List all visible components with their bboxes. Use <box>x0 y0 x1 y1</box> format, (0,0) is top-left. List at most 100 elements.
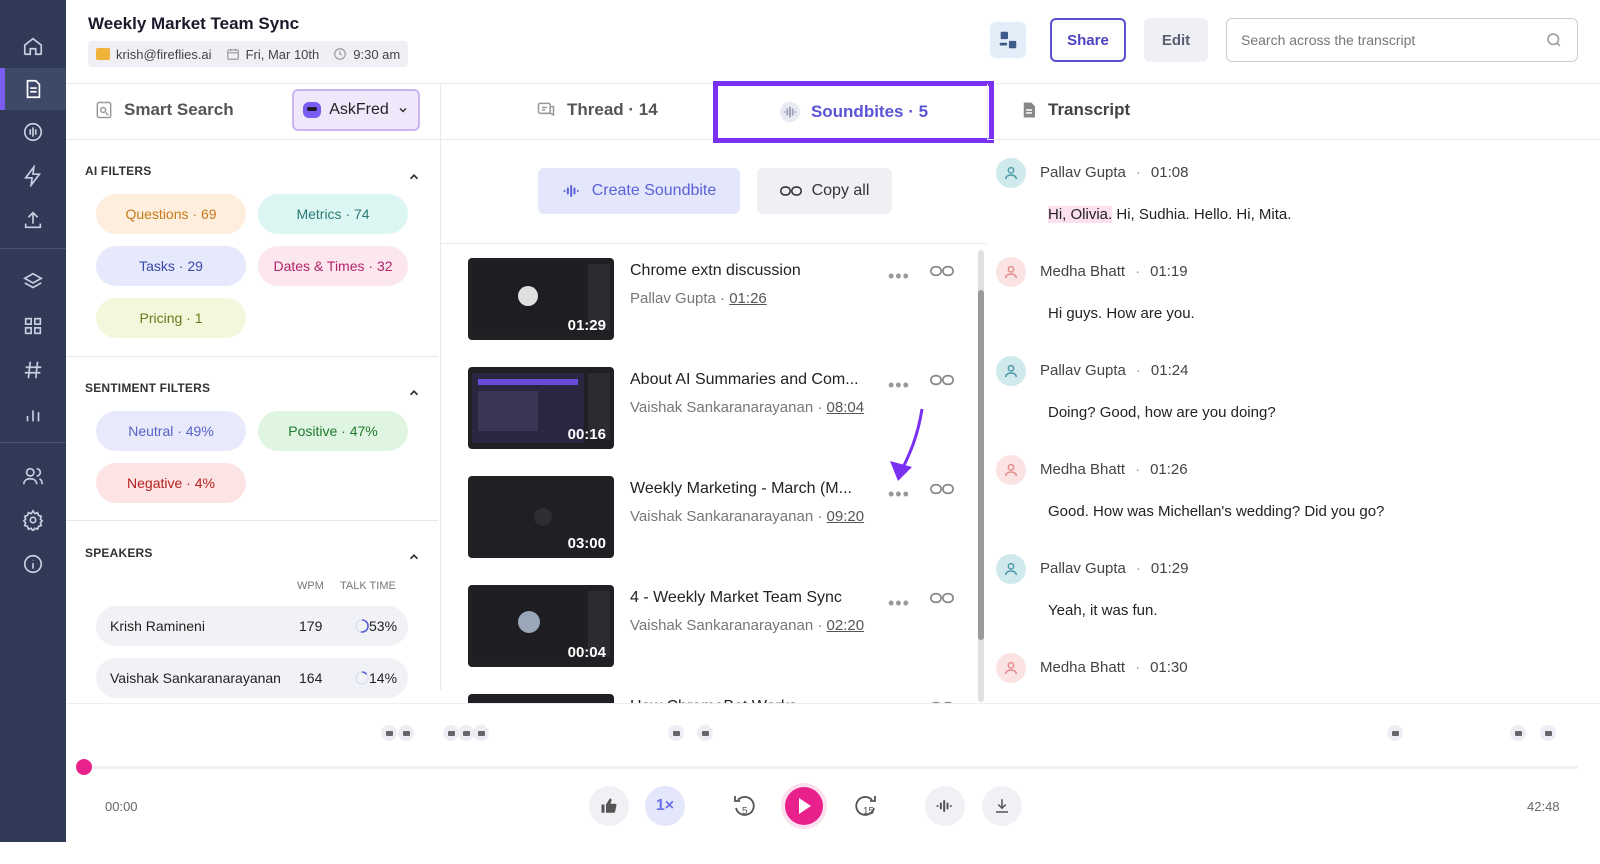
comment-marker[interactable] <box>1510 725 1526 741</box>
soundbite-item[interactable]: 03:00 Weekly Marketing - March (M... Vai… <box>468 476 972 566</box>
collapse-speakers-icon[interactable] <box>407 550 421 564</box>
comment-marker[interactable] <box>1387 725 1403 741</box>
collapse-sentiment-icon[interactable] <box>407 386 421 400</box>
play-button[interactable] <box>781 783 827 829</box>
transcript-speaker[interactable]: Pallav Gupta · 01:29 <box>1040 560 1188 577</box>
transcript-timestamp[interactable]: 01:26 <box>1150 461 1188 478</box>
like-button[interactable] <box>589 786 629 826</box>
transcript-timestamp[interactable]: 01:29 <box>1151 560 1189 577</box>
download-button[interactable] <box>982 786 1022 826</box>
soundbite-timestamp[interactable]: 02:20 <box>827 617 865 634</box>
askfred-button[interactable]: AskFred <box>292 89 420 131</box>
transcript-timestamp[interactable]: 01:19 <box>1150 263 1188 280</box>
bar-chart-icon[interactable] <box>15 396 51 432</box>
comment-marker[interactable] <box>381 725 397 741</box>
edit-button[interactable]: Edit <box>1144 18 1208 62</box>
more-options-icon[interactable]: ••• <box>888 593 910 614</box>
transcript-speaker[interactable]: Medha Bhatt · 01:19 <box>1040 263 1188 280</box>
copy-link-icon[interactable] <box>930 264 954 278</box>
comment-marker[interactable] <box>458 725 474 741</box>
thread-tab[interactable]: Thread · 14 <box>535 100 658 120</box>
highlighted-text[interactable]: Hi, Olivia. <box>1048 206 1113 223</box>
layers-icon[interactable] <box>15 264 51 300</box>
transcript-timestamp[interactable]: 01:08 <box>1151 164 1189 181</box>
transcript-speaker[interactable]: Medha Bhatt · 01:30 <box>1040 659 1188 676</box>
smart-search-label: Smart Search <box>124 100 234 119</box>
ai-filter-pill[interactable]: Pricing · 1 <box>96 298 246 338</box>
meetings-icon[interactable] <box>0 68 66 110</box>
settings-icon[interactable] <box>15 502 51 538</box>
integrations-button[interactable] <box>990 22 1026 58</box>
copy-link-icon[interactable] <box>930 482 954 496</box>
comment-marker[interactable] <box>697 725 713 741</box>
sentiment-filter-pill[interactable]: Negative · 4% <box>96 463 246 503</box>
ai-filter-pill[interactable]: Metrics · 74 <box>258 194 408 234</box>
soundbite-item[interactable]: 00:04 4 - Weekly Market Team Sync Vaisha… <box>468 585 972 675</box>
speaker-row[interactable]: Vaishak Sankaranarayanan 164 14% <box>96 658 408 698</box>
ai-filter-pill[interactable]: Questions · 69 <box>96 194 246 234</box>
copy-link-icon[interactable] <box>930 591 954 605</box>
soundbite-speaker: Vaishak Sankaranarayanan · <box>630 399 823 416</box>
speaker-row[interactable]: Krish Ramineni 179 53% <box>96 606 408 646</box>
soundbite-title[interactable]: About AI Summaries and Com... <box>630 371 880 389</box>
info-icon[interactable] <box>15 546 51 582</box>
comment-marker[interactable] <box>473 725 489 741</box>
rewind-button[interactable]: 5 <box>724 786 764 826</box>
clips-scrollbar-thumb[interactable] <box>978 290 984 640</box>
sentiment-filter-pill[interactable]: Positive · 47% <box>258 411 408 451</box>
soundbite-timestamp[interactable]: 01:26 <box>729 290 767 307</box>
soundbite-thumbnail[interactable] <box>468 694 614 703</box>
sentiment-filter-pill[interactable]: Neutral · 49% <box>96 411 246 451</box>
soundbite-title[interactable]: Weekly Marketing - March (M... <box>630 480 880 498</box>
progress-track[interactable] <box>84 766 1578 769</box>
more-options-icon[interactable]: ••• <box>888 266 910 287</box>
lightning-icon[interactable] <box>15 158 51 194</box>
transcript-speaker[interactable]: Medha Bhatt · 01:26 <box>1040 461 1188 478</box>
transcript-speaker[interactable]: Pallav Gupta · 01:24 <box>1040 362 1188 379</box>
ai-filter-pill[interactable]: Tasks · 29 <box>96 246 246 286</box>
team-icon[interactable] <box>15 458 51 494</box>
soundbite-title[interactable]: 4 - Weekly Market Team Sync <box>630 589 880 607</box>
more-options-icon[interactable]: ••• <box>888 375 910 396</box>
copy-all-button[interactable]: Copy all <box>757 168 892 214</box>
create-soundbite-button[interactable]: Create Soundbite <box>538 168 740 214</box>
comment-marker[interactable] <box>443 725 459 741</box>
soundbites-tab[interactable]: Soundbites · 5 <box>713 81 994 143</box>
soundbite-thumbnail[interactable]: 00:04 <box>468 585 614 667</box>
transcript-timestamp[interactable]: 01:30 <box>1150 659 1188 676</box>
upload-icon[interactable] <box>15 202 51 238</box>
grid-icon[interactable] <box>15 308 51 344</box>
soundbite-mode-button[interactable] <box>925 786 965 826</box>
copy-link-icon[interactable] <box>930 373 954 387</box>
soundbite-timestamp[interactable]: 08:04 <box>827 399 865 416</box>
hashtag-icon[interactable] <box>15 352 51 388</box>
search-input[interactable]: Search across the transcript <box>1241 32 1415 48</box>
soundbite-timestamp[interactable]: 09:20 <box>827 508 865 525</box>
transcript-search[interactable]: Search across the transcript <box>1226 18 1578 62</box>
waveform-icon <box>936 800 952 812</box>
collapse-ai-filters-icon[interactable] <box>407 170 421 184</box>
comment-marker[interactable] <box>1540 725 1556 741</box>
comment-marker[interactable] <box>398 725 414 741</box>
transcript-tab[interactable]: Transcript <box>1020 100 1130 120</box>
transcript-speaker[interactable]: Pallav Gupta · 01:08 <box>1040 164 1188 181</box>
soundbite-thumbnail[interactable]: 01:29 <box>468 258 614 340</box>
ai-filter-pill[interactable]: Dates & Times · 32 <box>258 246 408 286</box>
progress-knob[interactable] <box>76 759 92 775</box>
share-button[interactable]: Share <box>1050 18 1126 62</box>
soundbite-thumbnail[interactable]: 00:16 <box>468 367 614 449</box>
smart-search-tab[interactable]: Smart Search <box>94 100 234 120</box>
transcript-timestamp[interactable]: 01:24 <box>1151 362 1189 379</box>
home-icon[interactable] <box>15 28 51 64</box>
comment-marker[interactable] <box>668 725 684 741</box>
more-options-icon[interactable]: ••• <box>888 484 910 505</box>
soundbite-item[interactable]: How ChromeBot Works ••• <box>468 694 972 703</box>
soundbite-duration: 01:29 <box>567 317 606 334</box>
soundbite-thumbnail[interactable]: 03:00 <box>468 476 614 558</box>
user-icon <box>1004 463 1018 477</box>
speed-button[interactable]: 1× <box>645 786 685 826</box>
forward-button[interactable]: 15 <box>846 786 886 826</box>
soundbite-title[interactable]: Chrome extn discussion <box>630 262 880 280</box>
analytics-icon[interactable] <box>15 114 51 150</box>
soundbite-item[interactable]: 01:29 Chrome extn discussion Pallav Gupt… <box>468 258 972 348</box>
